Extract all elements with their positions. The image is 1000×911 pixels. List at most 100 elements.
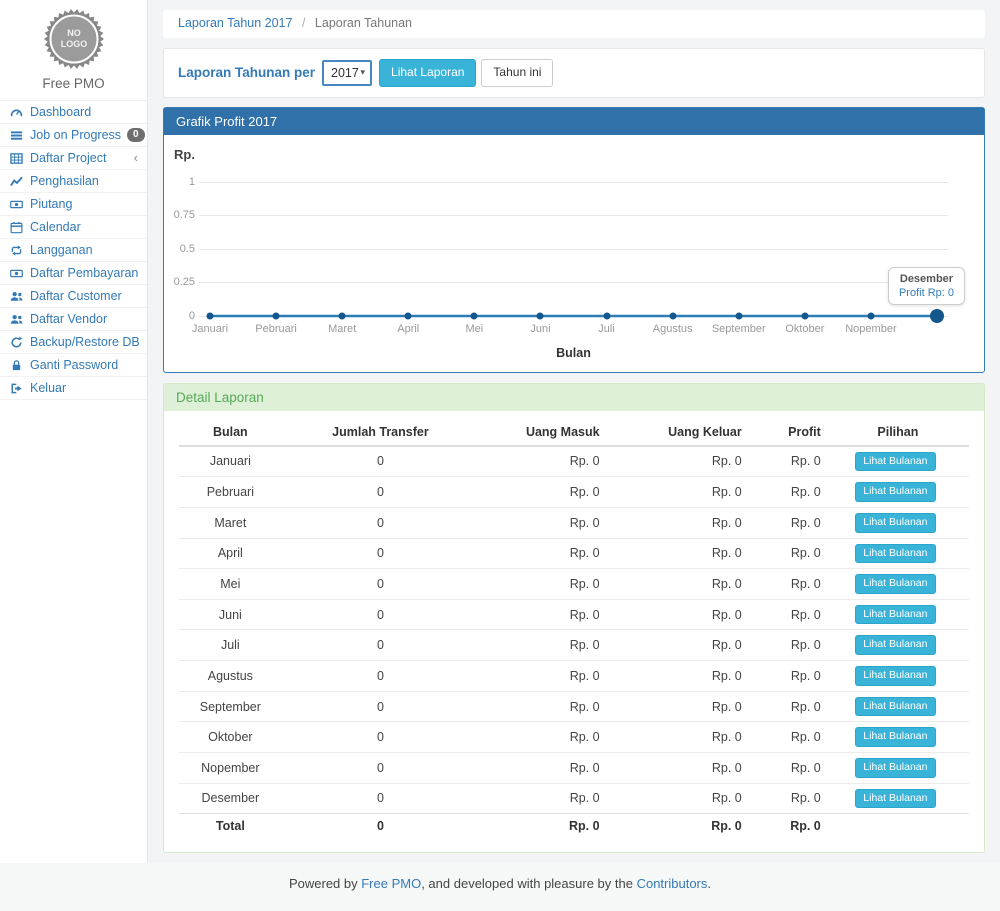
sidebar-item-daftar-project[interactable]: Daftar Project ‹ [0, 147, 147, 170]
chart-point-agustus[interactable] [669, 312, 676, 319]
lihat-bulanan-button[interactable]: Lihat Bulanan [855, 482, 935, 502]
cell-profit: Rp. 0 [748, 599, 827, 630]
filter-bar: Laporan Tahunan per 2017 ▾ Lihat Laporan… [163, 48, 985, 98]
chevron-left-icon: ‹ [134, 153, 138, 163]
chart-point-oktober[interactable] [801, 312, 808, 319]
sidebar-item-label: Job on Progress [30, 128, 121, 142]
sidebar-item-calendar[interactable]: Calendar [0, 216, 147, 239]
lihat-bulanan-button[interactable]: Lihat Bulanan [855, 605, 935, 625]
chart-tooltip: Desember Profit Rp: 0 [888, 267, 965, 305]
y-axis-label: 0 [169, 310, 195, 322]
footer-link-contributors[interactable]: Contributors [637, 876, 708, 891]
x-axis-label: Juni [530, 323, 550, 335]
cell-jumlah_transfer: 0 [282, 599, 480, 630]
sidebar-item-daftar-customer[interactable]: Daftar Customer [0, 285, 147, 308]
footer-text: , and developed with pleasure by the [421, 876, 636, 891]
sidebar-item-label: Daftar Vendor [30, 312, 107, 326]
cell-uang_keluar: Rp. 0 [606, 753, 748, 784]
x-axis-label: April [397, 323, 419, 335]
table-row: Maret0Rp. 0Rp. 0Rp. 0Lihat Bulanan [179, 507, 969, 538]
detail-table: BulanJumlah TransferUang MasukUang Kelua… [179, 419, 969, 839]
sidebar-item-langganan[interactable]: Langganan [0, 239, 147, 262]
cell-pilihan: Lihat Bulanan [827, 507, 969, 538]
table-row: Mei0Rp. 0Rp. 0Rp. 0Lihat Bulanan [179, 569, 969, 600]
chart-point-april[interactable] [405, 312, 412, 319]
sidebar-item-label: Daftar Project [30, 151, 106, 165]
filter-label: Laporan Tahunan per [178, 65, 315, 80]
tahun-ini-button[interactable]: Tahun ini [481, 59, 553, 87]
lihat-bulanan-button[interactable]: Lihat Bulanan [855, 544, 935, 564]
line-chart-icon [9, 175, 24, 188]
cell-uang_keluar: Rp. 0 [606, 722, 748, 753]
cell-jumlah_transfer: 0 [282, 753, 480, 784]
y-axis-title: Rp. [174, 147, 970, 163]
table-total-row: Total0Rp. 0Rp. 0Rp. 0 [179, 814, 969, 839]
y-axis-label: 1 [169, 176, 195, 188]
cell-profit: Rp. 0 [748, 569, 827, 600]
lihat-bulanan-button[interactable]: Lihat Bulanan [855, 727, 935, 747]
sidebar-item-daftar-pembayaran[interactable]: Daftar Pembayaran [0, 262, 147, 285]
cell-jumlah_transfer: 0 [282, 814, 480, 839]
cell-profit: Rp. 0 [748, 477, 827, 508]
cell-pilihan: Lihat Bulanan [827, 599, 969, 630]
sidebar-item-job-on-progress[interactable]: Job on Progress0 [0, 124, 147, 147]
year-select[interactable]: 2017 ▾ [322, 60, 372, 86]
lihat-bulanan-button[interactable]: Lihat Bulanan [855, 513, 935, 533]
cell-uang_keluar: Rp. 0 [606, 446, 748, 477]
sidebar-item-dashboard[interactable]: Dashboard [0, 101, 147, 124]
lihat-bulanan-button[interactable]: Lihat Bulanan [855, 789, 935, 809]
brand-name: Free PMO [0, 76, 147, 91]
sidebar-item-daftar-vendor[interactable]: Daftar Vendor [0, 308, 147, 331]
cell-profit: Rp. 0 [748, 446, 827, 477]
lihat-laporan-button[interactable]: Lihat Laporan [379, 59, 476, 87]
cell-pilihan: Lihat Bulanan [827, 691, 969, 722]
cell-profit: Rp. 0 [748, 722, 827, 753]
cell-uang_masuk: Rp. 0 [479, 446, 605, 477]
sidebar-menu: Dashboard Job on Progress0 Daftar Project ‹… [0, 101, 147, 400]
lihat-bulanan-button[interactable]: Lihat Bulanan [855, 574, 935, 594]
cell-jumlah_transfer: 0 [282, 507, 480, 538]
cell-bulan: Maret [179, 507, 282, 538]
x-axis-label: September [712, 323, 766, 335]
lihat-bulanan-button[interactable]: Lihat Bulanan [855, 452, 935, 472]
caret-down-icon: ▾ [360, 67, 365, 78]
table-row: Oktober0Rp. 0Rp. 0Rp. 0Lihat Bulanan [179, 722, 969, 753]
x-axis-label: Oktober [785, 323, 824, 335]
sidebar-item-keluar[interactable]: Keluar [0, 377, 147, 400]
detail-panel-heading: Detail Laporan [164, 384, 984, 411]
breadcrumb-link[interactable]: Laporan Tahun 2017 [178, 16, 292, 30]
table-row: Juni0Rp. 0Rp. 0Rp. 0Lihat Bulanan [179, 599, 969, 630]
svg-text:NO: NO [67, 28, 81, 38]
sidebar-item-penghasilan[interactable]: Penghasilan [0, 170, 147, 193]
chart-point-maret[interactable] [339, 312, 346, 319]
sidebar-item-backup-restore-db[interactable]: Backup/Restore DB [0, 331, 147, 354]
chart-point-juni[interactable] [537, 312, 544, 319]
detail-panel: Detail Laporan BulanJumlah TransferUang … [163, 383, 985, 854]
chart-point-nopember[interactable] [867, 312, 874, 319]
sidebar-item-label: Keluar [30, 381, 66, 395]
chart-point-september[interactable] [735, 312, 742, 319]
chart-plot: 00.250.50.751JanuariPebruariMaretAprilMe… [199, 182, 948, 316]
chart-point-mei[interactable] [471, 312, 478, 319]
cell-jumlah_transfer: 0 [282, 538, 480, 569]
cell-pilihan: Lihat Bulanan [827, 661, 969, 692]
users-icon [9, 290, 24, 303]
x-axis-label: Mei [465, 323, 483, 335]
table-row: April0Rp. 0Rp. 0Rp. 0Lihat Bulanan [179, 538, 969, 569]
chart-point-juli[interactable] [603, 312, 610, 319]
breadcrumb-current: Laporan Tahunan [315, 16, 412, 30]
sidebar-item-ganti-password[interactable]: Ganti Password [0, 354, 147, 377]
lihat-bulanan-button[interactable]: Lihat Bulanan [855, 666, 935, 686]
lihat-bulanan-button[interactable]: Lihat Bulanan [855, 697, 935, 717]
chart-point-januari[interactable] [206, 312, 213, 319]
sidebar-item-label: Dashboard [30, 105, 91, 119]
chart-point-pebruari[interactable] [273, 312, 280, 319]
cell-bulan: Juni [179, 599, 282, 630]
lihat-bulanan-button[interactable]: Lihat Bulanan [855, 758, 935, 778]
chart-point-desember[interactable] [930, 309, 944, 323]
sidebar-item-piutang[interactable]: Piutang [0, 193, 147, 216]
cell-uang_masuk: Rp. 0 [479, 569, 605, 600]
footer-link-freepmo[interactable]: Free PMO [361, 876, 421, 891]
lihat-bulanan-button[interactable]: Lihat Bulanan [855, 635, 935, 655]
cell-uang_masuk: Rp. 0 [479, 661, 605, 692]
